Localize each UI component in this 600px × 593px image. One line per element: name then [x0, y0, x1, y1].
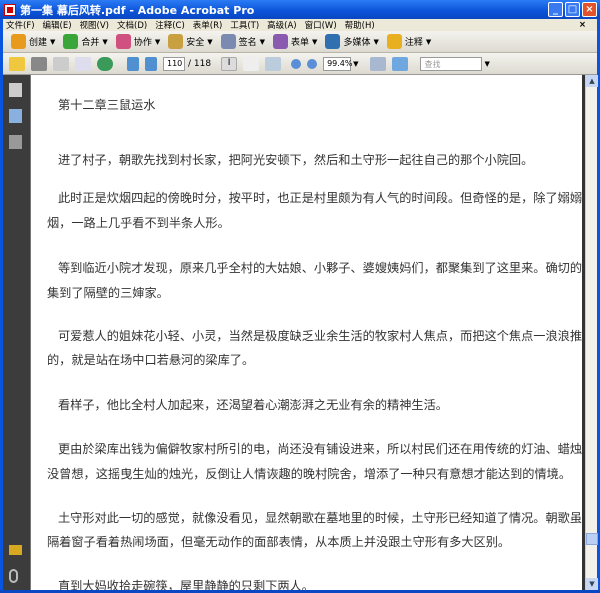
- chevron-down-icon: ▼: [207, 37, 213, 46]
- menu-bar: 文件(F) 编辑(E) 视图(V) 文档(D) 注释(C) 表单(R) 工具(T) 高级(A)…: [3, 19, 597, 31]
- chevron-down-icon: ▼: [50, 37, 56, 46]
- task-toolbar: 创建 ▼ 合并 ▼ 协作 ▼ 安全 ▼ 签名 ▼ 表单 ▼ 多媒体 ▼ 注释 ▼: [3, 31, 597, 53]
- navigation-toolbar: 110 / 118 I 99.4% ▼ 查找 ▼: [3, 53, 597, 75]
- document-page: 第十二章三鼠运水 进了村子，朝歌先找到村长家，把阿光安顿下，然后和土守形一起往自…: [30, 75, 584, 590]
- print-icon[interactable]: [31, 56, 47, 71]
- chevron-down-icon: ▼: [373, 37, 379, 46]
- chevron-down-icon: ▼: [312, 37, 318, 46]
- text-line: 集到了隔壁的三婶家。: [47, 286, 169, 300]
- collaborate-icon: [115, 34, 131, 49]
- select-tool-icon[interactable]: I: [221, 56, 238, 71]
- chevron-down-icon: ▼: [425, 37, 432, 46]
- toolbar-label: 多媒体: [343, 38, 371, 48]
- pen-icon: [220, 34, 236, 49]
- toolbar-comment-button[interactable]: 注释 ▼: [386, 34, 432, 49]
- search-dropdown-icon[interactable]: ▼: [484, 60, 489, 68]
- toolbar-create-button[interactable]: 创建 ▼: [11, 34, 55, 49]
- text-line: 此时正是炊烟四起的傍晚时分，按平时，也正是村里颇为有人气的时间段。但奇怪的是，除…: [58, 191, 584, 205]
- menu-item[interactable]: 帮助(H): [345, 19, 375, 31]
- next-page-icon[interactable]: [145, 56, 157, 71]
- open-icon[interactable]: [9, 56, 25, 71]
- zoom-tool-icon[interactable]: [265, 56, 282, 71]
- text-line: 可爱惹人的姐妹花小轻、小灵，当然是极度缺乏业余生活的牧家村人焦点，而把这个焦点一…: [58, 329, 584, 343]
- menu-item[interactable]: 视图(V): [80, 19, 109, 31]
- toolbar-combine-button[interactable]: 合并 ▼: [63, 34, 108, 49]
- comments-icon[interactable]: [9, 545, 22, 555]
- fit-width-icon[interactable]: [392, 56, 409, 71]
- toolbar-label: 合并: [81, 38, 100, 48]
- text-line: 更由於梁库出钱为偏僻牧家村所引的电，尚还没有铺设进来，所以村民们还在用传统的灯油…: [58, 442, 584, 456]
- previous-page-icon[interactable]: [127, 56, 139, 71]
- menu-item[interactable]: 窗口(W): [305, 19, 337, 31]
- menu-item[interactable]: 工具(T): [230, 19, 259, 31]
- menu-item[interactable]: 编辑(E): [43, 19, 72, 31]
- text-line: 的，就是站在场中口若悬河的梁库了。: [47, 353, 255, 367]
- toolbar-label: 表单: [291, 38, 310, 48]
- navigation-pane: [3, 75, 30, 590]
- zoom-input[interactable]: 99.4%: [323, 56, 353, 71]
- scroll-up-icon[interactable]: ▲: [586, 75, 598, 87]
- save-icon[interactable]: [53, 56, 69, 71]
- menu-item[interactable]: 文件(F): [6, 19, 35, 31]
- fit-page-icon[interactable]: [370, 56, 387, 71]
- minimize-button[interactable]: _: [548, 2, 563, 17]
- multimedia-icon: [325, 34, 341, 49]
- menu-item[interactable]: 注释(C): [155, 19, 185, 31]
- zoom-out-icon[interactable]: [291, 58, 302, 69]
- acrobat-icon: [4, 3, 16, 16]
- text-line: 看样子，他比全村人加起来，还渴望着心潮澎湃之无业有余的精神生活。: [58, 398, 448, 412]
- scroll-down-icon[interactable]: ▼: [586, 578, 598, 590]
- window-title: 第一集 幕后风转.pdf - Adobe Acrobat Pro: [20, 3, 255, 17]
- text-line: 等到临近小院才发现，原来几乎全村的大姑娘、小夥子、婆嫂姨妈们，都聚集到了这里来。…: [58, 261, 584, 275]
- web-icon[interactable]: [97, 56, 113, 71]
- maximize-button[interactable]: □: [565, 2, 580, 17]
- close-document-button[interactable]: ×: [579, 20, 586, 30]
- comment-icon: [386, 34, 402, 49]
- toolbar-label: 签名: [238, 38, 257, 48]
- close-button[interactable]: ×: [582, 2, 597, 17]
- text-line: 没曾想，这摇曳生灿的烛光，反倒让人情诙趣的晚村院舍，增添了一种只有意想才能达到的…: [47, 467, 572, 481]
- chevron-down-icon: ▼: [102, 37, 108, 46]
- toolbar-label: 注释: [404, 38, 423, 48]
- attachments-icon[interactable]: [9, 569, 18, 583]
- toolbar-label: 协作: [133, 38, 152, 48]
- toolbar-lock-button[interactable]: 安全 ▼: [168, 34, 213, 49]
- title-bar: 第一集 幕后风转.pdf - Adobe Acrobat Pro _ □ ×: [0, 0, 600, 19]
- zoom-dropdown-icon[interactable]: ▼: [353, 60, 358, 68]
- text-line: 直到大妈收拾走碗筷，屋里静静的只剩下两人。: [58, 579, 314, 590]
- text-line: 土守形对此一切的感觉，就像没看见，显然朝歌在墓地里的时候，土守形已经知道了情况。…: [58, 511, 584, 525]
- page-total: / 118: [188, 58, 212, 69]
- vertical-scrollbar[interactable]: ▲ ▼: [585, 75, 598, 590]
- chevron-down-icon: ▼: [154, 37, 161, 46]
- search-input[interactable]: 查找: [420, 56, 483, 71]
- menu-item[interactable]: 高级(A): [267, 19, 296, 31]
- toolbar-label: 创建: [29, 38, 48, 48]
- combine-icon: [63, 34, 79, 49]
- bookmarks-icon[interactable]: [9, 109, 22, 123]
- toolbar-form-button[interactable]: 表单 ▼: [273, 34, 317, 49]
- menu-item[interactable]: 表单(R): [193, 19, 223, 31]
- email-icon[interactable]: [75, 56, 91, 71]
- toolbar-collaborate-button[interactable]: 协作 ▼: [115, 34, 161, 49]
- menu-item[interactable]: 文档(D): [117, 19, 147, 31]
- create-icon: [11, 34, 26, 49]
- zoom-in-icon[interactable]: [307, 58, 318, 69]
- toolbar-label: 安全: [186, 38, 205, 48]
- chevron-down-icon: ▼: [259, 37, 266, 46]
- hand-tool-icon[interactable]: [243, 56, 260, 71]
- text-line: 隔着窗子看着热闹场面，但毫无动作的面部表情，从本质上并没跟土守形有多大区别。: [47, 535, 511, 549]
- toolbar-pen-button[interactable]: 签名 ▼: [220, 34, 266, 49]
- toolbar-multimedia-button[interactable]: 多媒体 ▼: [325, 34, 379, 49]
- lock-icon: [168, 34, 184, 49]
- signatures-icon[interactable]: [9, 135, 22, 149]
- text-line: 进了村子，朝歌先找到村长家，把阿光安顿下，然后和土守形一起往自己的那个小院回。: [58, 153, 534, 167]
- scroll-thumb[interactable]: [586, 533, 598, 545]
- chapter-title: 第十二章三鼠运水: [58, 98, 156, 112]
- pages-icon[interactable]: [9, 83, 22, 97]
- text-line: 烟，一路上几乎看不到半条人形。: [47, 216, 230, 230]
- form-icon: [273, 34, 289, 49]
- page-number-input[interactable]: 110: [163, 56, 185, 71]
